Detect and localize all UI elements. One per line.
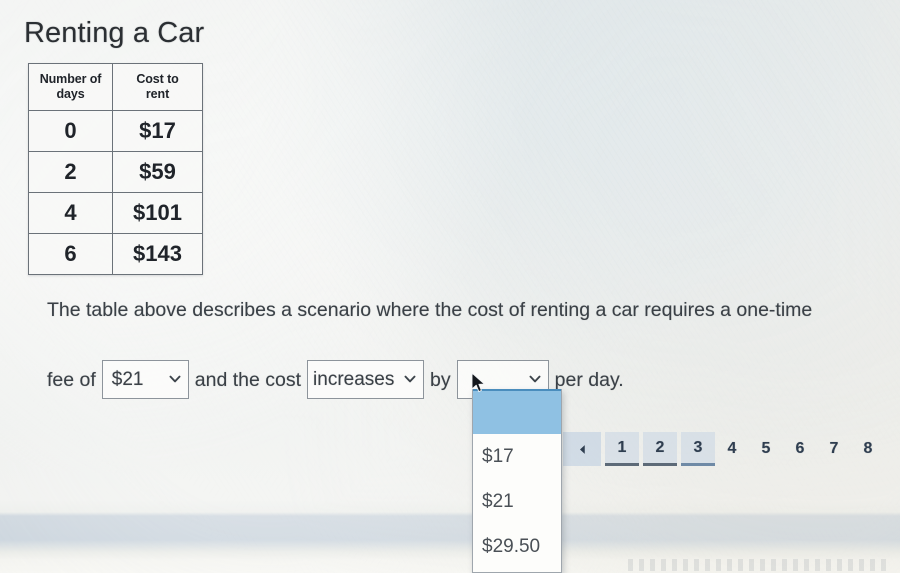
pagination-page-8[interactable]: 8 xyxy=(851,432,885,466)
table-row: 6 $143 xyxy=(27,233,203,275)
page-title: Renting a Car xyxy=(24,17,205,49)
pagination-page-1[interactable]: 1 xyxy=(605,432,639,466)
chevron-down-icon xyxy=(529,373,541,385)
table-header-cost-line2: rent xyxy=(145,87,170,101)
table-header-days-line2: days xyxy=(56,87,85,101)
table-header-cost: Cost to rent xyxy=(112,63,203,111)
table-cell-cost: $17 xyxy=(112,110,203,152)
screenshot-canvas: Renting a Car Number of days Cost to ren… xyxy=(0,0,900,573)
rate-option-blank[interactable] xyxy=(473,389,561,434)
table-cell-days: 0 xyxy=(27,110,114,152)
table-cell-cost: $101 xyxy=(112,192,203,234)
table-header-cost-line1: Cost to xyxy=(136,72,179,86)
trend-select-value: increases xyxy=(313,368,395,390)
table-cell-days: 4 xyxy=(27,192,114,234)
pagination-page-5[interactable]: 5 xyxy=(749,432,783,466)
prompt-label-and-the-cost: and the cost xyxy=(194,368,302,391)
table-cell-cost: $59 xyxy=(112,151,203,193)
prompt-text-line1: The table above describes a scenario whe… xyxy=(47,299,813,321)
table-row: 0 $17 xyxy=(27,110,203,152)
table-head: Number of days Cost to rent xyxy=(27,63,203,111)
rate-select-dropdown[interactable]: $17 $21 $29.50 xyxy=(472,389,562,573)
table-row: 4 $101 xyxy=(27,192,203,234)
trend-select[interactable]: increases xyxy=(307,360,425,399)
table-body: 0 $17 2 $59 4 $101 6 $143 xyxy=(27,110,203,275)
triangle-left-icon xyxy=(578,444,587,455)
pagination-page-7[interactable]: 7 xyxy=(817,432,851,466)
table-header-days-line1: Number of xyxy=(39,72,102,86)
pagination-page-4[interactable]: 4 xyxy=(715,432,749,466)
rate-option-17[interactable]: $17 xyxy=(473,434,561,479)
table-header-days: Number of days xyxy=(27,63,114,111)
bottom-edge-artifact xyxy=(628,559,890,571)
table-cell-cost: $143 xyxy=(112,233,203,275)
prompt-label-fee-of: fee of xyxy=(47,368,96,391)
fee-select-value: $21 xyxy=(111,368,144,390)
table-header-row: Number of days Cost to rent xyxy=(27,63,203,111)
cost-table: Number of days Cost to rent 0 $17 2 $59 … xyxy=(27,63,203,275)
rate-option-2950[interactable]: $29.50 xyxy=(473,524,561,569)
fee-select[interactable]: $21 xyxy=(101,360,189,399)
pagination-prev-button[interactable] xyxy=(563,432,601,466)
table-cell-days: 2 xyxy=(27,151,114,193)
chevron-down-icon xyxy=(404,373,416,385)
chevron-down-icon xyxy=(169,373,181,385)
pagination-page-2[interactable]: 2 xyxy=(643,432,677,466)
prompt-label-per-day: per day. xyxy=(554,368,624,391)
pagination-page-3[interactable]: 3 xyxy=(681,432,715,466)
pagination-page-6[interactable]: 6 xyxy=(783,432,817,466)
rate-option-21[interactable]: $21 xyxy=(473,479,561,524)
prompt-label-by: by xyxy=(430,368,451,391)
pagination: 1 2 3 4 5 6 7 8 xyxy=(563,432,885,466)
table-cell-days: 6 xyxy=(27,233,114,275)
table-row: 2 $59 xyxy=(27,151,203,193)
